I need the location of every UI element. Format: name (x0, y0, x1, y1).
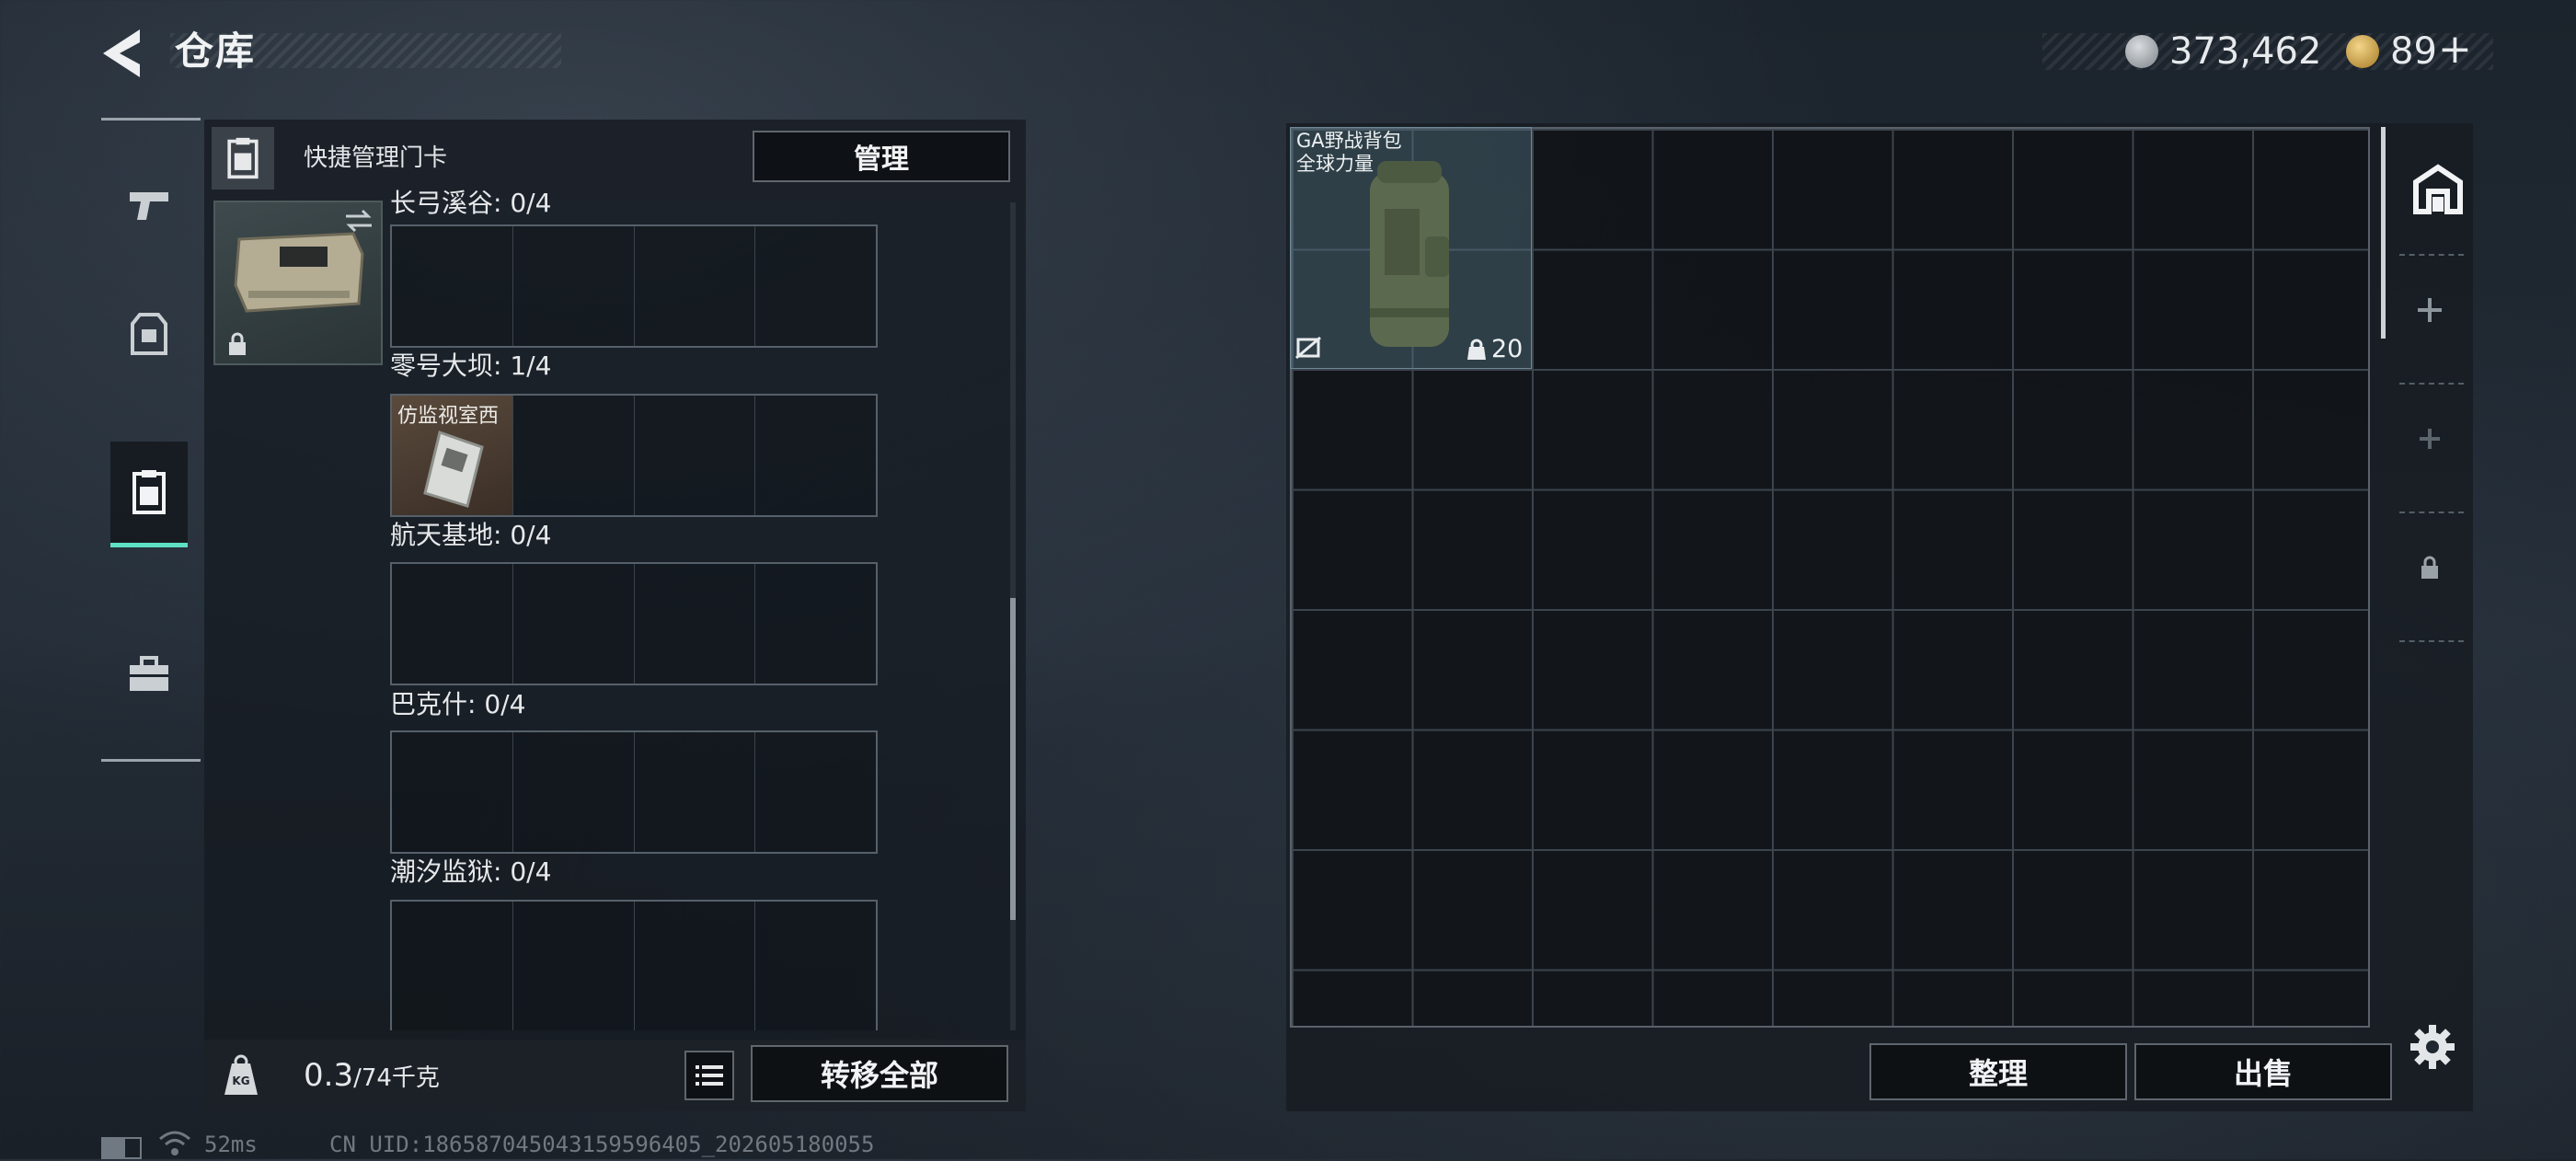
keycard-panel: 快捷管理门卡 管理 长弓溪谷: 0/4 零号大坝: 1/4 仿监视室西 航天基地… (204, 120, 1026, 1111)
keycard-slot[interactable] (392, 564, 513, 684)
capacity-icon (1466, 338, 1488, 365)
keycard-slot[interactable] (634, 902, 756, 1030)
keycard-slot[interactable] (755, 226, 876, 346)
sell-button[interactable]: 出售 (2134, 1043, 2392, 1100)
ping-text: 52ms (204, 1132, 258, 1157)
keycard-slot[interactable] (512, 226, 635, 346)
keycard-icon (132, 470, 166, 514)
category-label: 巴克什: 0/4 (390, 689, 526, 719)
keycard-icon (212, 127, 274, 190)
armor-icon (131, 313, 167, 355)
keycard-item[interactable]: 仿监视室西 (392, 396, 513, 515)
battery-fill (103, 1139, 125, 1157)
backpack-item[interactable]: GA野战背包 全球力量 20 (1290, 127, 1532, 369)
keycard-slot[interactable] (634, 226, 756, 346)
category-label: 航天基地: 0/4 (390, 520, 552, 550)
add-icon[interactable] (2418, 298, 2442, 326)
side-divider (2399, 383, 2464, 385)
rail-bottom-divider (101, 759, 201, 762)
gear-icon (2410, 1025, 2455, 1069)
warehouse-tab[interactable] (2410, 162, 2466, 217)
gold-coin-icon (2346, 35, 2379, 68)
keycard-slot-row (390, 900, 878, 1030)
keycard-slot[interactable] (512, 902, 635, 1030)
settings-button[interactable] (2409, 1023, 2456, 1075)
add-icon[interactable] (2420, 429, 2440, 453)
keycard-slot[interactable] (634, 396, 756, 515)
keycard-slot-row (390, 730, 878, 854)
category-rail (101, 118, 201, 762)
swap-icon[interactable] (344, 208, 374, 237)
keycard-slot-row (390, 562, 878, 685)
wifi-icon (158, 1130, 191, 1161)
lock-icon (2420, 556, 2440, 583)
side-divider (2399, 512, 2464, 513)
keycard-slot-row: 仿监视室西 (390, 394, 878, 517)
briefcase-icon (130, 656, 168, 691)
category-label: 长弓溪谷: 0/4 (390, 188, 552, 218)
manage-button[interactable]: 管理 (753, 131, 1010, 182)
category-label: 零号大坝: 1/4 (390, 351, 552, 381)
keycard-slot[interactable] (392, 226, 513, 346)
keycard-image (423, 431, 484, 508)
quick-card-header: 快捷管理门卡 管理 (204, 120, 1026, 199)
rail-tab-weapons[interactable] (110, 155, 188, 256)
back-button[interactable] (99, 24, 147, 83)
keycard-slot[interactable] (755, 396, 876, 515)
keycard-slot[interactable] (755, 732, 876, 852)
list-scrollbar-thumb[interactable] (1010, 598, 1016, 920)
silver-amount: 373,462 (2169, 30, 2322, 73)
keycard-slot[interactable] (755, 564, 876, 684)
keycard-slot[interactable] (512, 396, 635, 515)
page-title: 仓库 (175, 29, 257, 74)
uid-text: CN UID:18658704504315959640​5_2026051800… (329, 1132, 875, 1157)
rail-tab-gear[interactable] (110, 283, 188, 385)
keycard-slot[interactable] (392, 902, 513, 1030)
side-column (2390, 127, 2471, 642)
list-view-button[interactable] (684, 1051, 734, 1100)
quick-card-label: 快捷管理门卡 (304, 144, 448, 172)
transfer-all-button[interactable]: 转移全部 (751, 1045, 1008, 1102)
rail-tab-cases[interactable] (110, 624, 188, 725)
keycard-slot[interactable] (512, 564, 635, 684)
keycard-slot[interactable] (634, 564, 756, 684)
gold-amount: 89 (2390, 30, 2437, 73)
no-mod-icon (1294, 336, 1322, 363)
sort-button[interactable]: 整理 (1869, 1043, 2127, 1100)
grid-scrollbar-thumb[interactable] (2381, 127, 2386, 339)
keycard-slot-row (390, 224, 878, 348)
keycard-slot[interactable] (512, 732, 635, 852)
weight-value: 0.3/74千克 (304, 1057, 440, 1094)
backpack-capacity: 20 (1491, 335, 1524, 363)
weight-icon: KG (223, 1054, 259, 1097)
category-label: 潮汐监狱: 0/4 (390, 856, 552, 887)
lock-icon (226, 331, 248, 361)
keycard-slot[interactable] (392, 732, 513, 852)
warehouse-panel: GA野战背包 全球力量 20 整理 出售 (1286, 123, 2473, 1111)
selected-keycard[interactable] (213, 201, 383, 365)
keycard-slot[interactable] (634, 732, 756, 852)
side-divider (2399, 254, 2464, 256)
keycard-slot[interactable] (755, 902, 876, 1030)
silver-coin-icon (2125, 35, 2158, 68)
rail-tab-keycards[interactable] (110, 442, 188, 547)
rail-top-divider (101, 118, 201, 121)
weight-bar: KG 0.3/74千克 转移全部 (204, 1040, 1026, 1111)
list-icon (696, 1065, 723, 1086)
side-divider (2399, 640, 2464, 642)
backpack-image (1370, 161, 1449, 347)
warehouse-icon (2413, 164, 2463, 214)
gold-plus-button[interactable]: + (2438, 29, 2472, 70)
back-arrow-icon (103, 29, 140, 77)
backpack-item-name: GA野战背包 (1296, 130, 1402, 152)
pistol-icon (130, 192, 168, 220)
battery-icon (101, 1137, 142, 1159)
